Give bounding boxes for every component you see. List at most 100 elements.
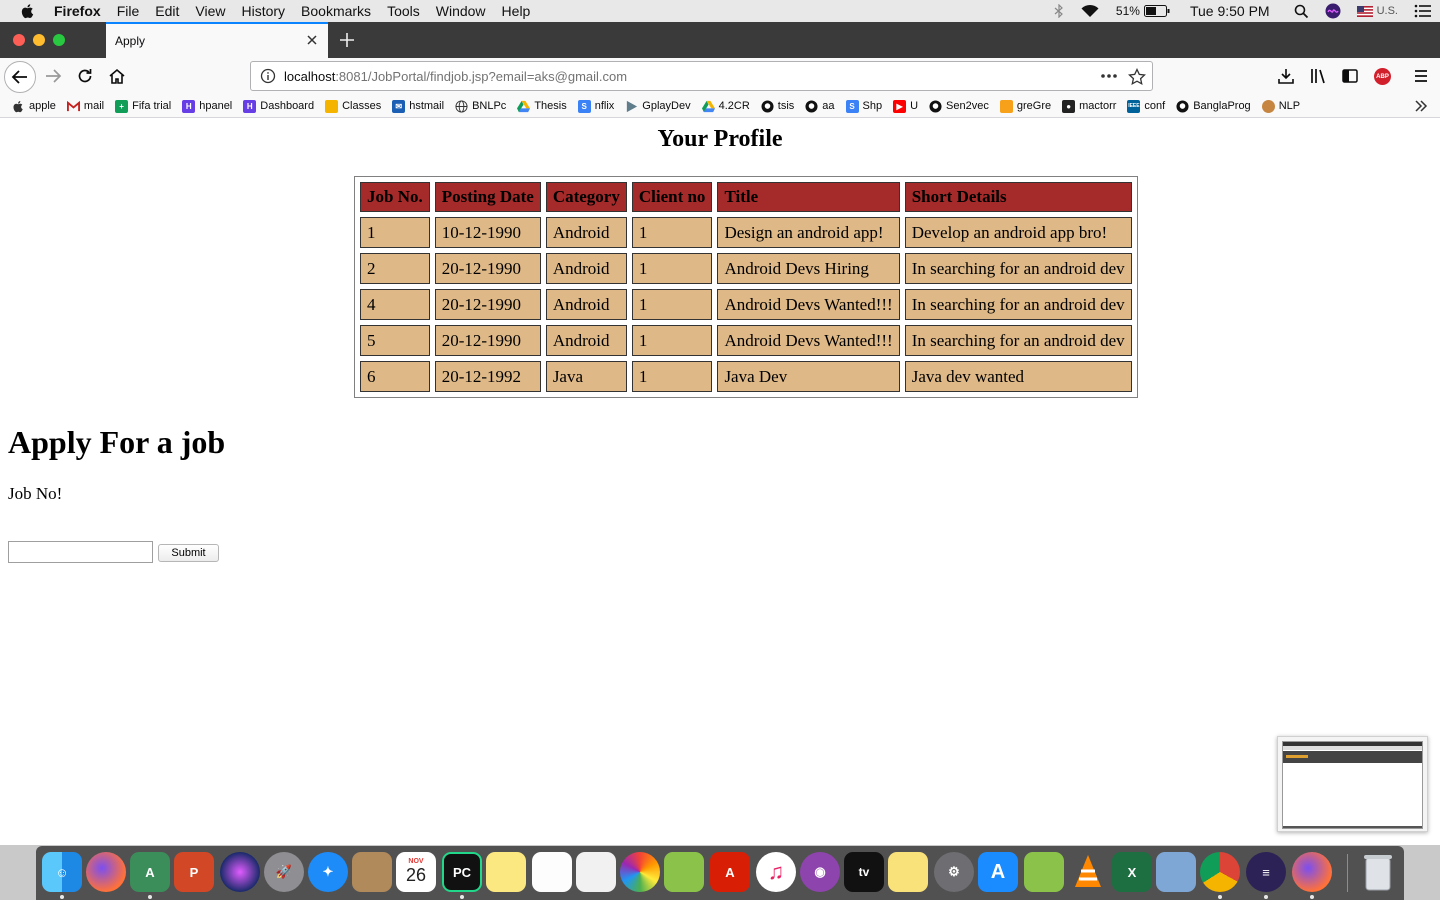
- bookmark-hpanel[interactable]: Hhpanel: [182, 99, 232, 113]
- bookmark-sen2vec[interactable]: Sen2vec: [929, 99, 989, 113]
- bookmark-classes[interactable]: Classes: [325, 99, 381, 113]
- menu-window[interactable]: Window: [428, 3, 494, 19]
- firefox-icon[interactable]: [86, 852, 126, 892]
- excel-icon[interactable]: X: [1112, 852, 1152, 892]
- calendar-icon[interactable]: NOV 26: [396, 852, 436, 892]
- home-icon[interactable]: [108, 67, 126, 85]
- url-bar[interactable]: localhost:8081/JobPortal/findjob.jsp?ema…: [250, 61, 1153, 91]
- bookmark-hstmail[interactable]: ✉ hstmail: [392, 99, 444, 113]
- bookmark-fifa-trial[interactable]: + Fifa trial: [115, 99, 171, 113]
- bookmark-bnlpc[interactable]: BNLPc: [455, 99, 506, 113]
- bookmark-dashboard[interactable]: H Dashboard: [243, 99, 314, 113]
- bookmark-4-2cr[interactable]: 4.2CR: [701, 100, 750, 113]
- close-tab-icon[interactable]: [304, 32, 320, 48]
- adblock-plus-icon[interactable]: ABP: [1374, 68, 1391, 85]
- forward-icon[interactable]: [44, 67, 62, 85]
- apple-tv-icon[interactable]: tv: [844, 852, 884, 892]
- eclipse-icon[interactable]: ≡: [1246, 852, 1286, 892]
- android-icon[interactable]: [1024, 852, 1064, 892]
- apple-menu-icon[interactable]: [20, 3, 36, 19]
- firefox-icon[interactable]: [1292, 852, 1332, 892]
- bookmark-mactorr[interactable]: ● mactorr: [1062, 99, 1116, 113]
- menu-edit[interactable]: Edit: [147, 3, 187, 19]
- bookmark-apple[interactable]: apple: [12, 100, 56, 113]
- tab-apply[interactable]: Apply: [106, 22, 328, 58]
- system-preferences-icon[interactable]: ⚙: [934, 852, 974, 892]
- bookmark-tsis[interactable]: tsis: [761, 99, 794, 113]
- zoom-window-button[interactable]: [53, 34, 65, 46]
- menu-view[interactable]: View: [187, 3, 233, 19]
- bluetooth-icon[interactable]: [1054, 4, 1064, 18]
- bookmark-aa[interactable]: aa: [805, 99, 835, 113]
- pycharm-icon[interactable]: PC: [442, 852, 482, 892]
- bookmark-mail[interactable]: mail: [66, 100, 104, 113]
- cell-category: Android: [545, 289, 627, 320]
- bookmark-nflix[interactable]: Snflix: [577, 99, 614, 113]
- maps-icon[interactable]: [664, 852, 704, 892]
- library-icon[interactable]: [1309, 67, 1327, 85]
- spotlight-search-icon[interactable]: [1294, 4, 1309, 19]
- itunes-icon[interactable]: ♫: [756, 852, 796, 892]
- contacts-icon[interactable]: [352, 852, 392, 892]
- photos-icon[interactable]: [620, 852, 660, 892]
- site-info-icon[interactable]: [260, 68, 276, 84]
- bookmark-banglaprog[interactable]: BanglaProg: [1176, 99, 1251, 113]
- vlc-icon[interactable]: [1068, 852, 1108, 892]
- reminders-icon[interactable]: [532, 852, 572, 892]
- pocket-download-icon[interactable]: [1277, 67, 1295, 85]
- battery-status[interactable]: 51%: [1116, 4, 1170, 18]
- powerpoint-icon[interactable]: P: [174, 852, 214, 892]
- clock[interactable]: Tue 9:50 PM: [1190, 3, 1270, 19]
- podcasts-icon[interactable]: ◉: [800, 852, 840, 892]
- minimize-window-button[interactable]: [33, 34, 45, 46]
- launchpad-icon[interactable]: 🚀: [264, 852, 304, 892]
- table-row: 6 20-12-1992 Java 1 Java Dev Java dev wa…: [360, 361, 1132, 392]
- new-tab-icon[interactable]: [338, 31, 356, 49]
- bookmark-star-icon[interactable]: [1128, 68, 1146, 86]
- bookmark-u[interactable]: ▶ U: [893, 99, 918, 113]
- table-row: 5 20-12-1990 Android 1 Android Devs Want…: [360, 325, 1132, 356]
- bookmark-shp[interactable]: S Shp: [845, 99, 882, 113]
- textedit-icon[interactable]: [576, 852, 616, 892]
- hostinger-icon: H: [243, 99, 257, 113]
- safari-icon[interactable]: ✦: [308, 852, 348, 892]
- android-studio-icon[interactable]: A: [130, 852, 170, 892]
- stickies-icon[interactable]: [888, 852, 928, 892]
- bookmark-conf[interactable]: IEEE conf: [1127, 99, 1165, 113]
- menu-tools[interactable]: Tools: [379, 3, 428, 19]
- menu-app-name[interactable]: Firefox: [48, 3, 109, 19]
- bookmark-gplaydev[interactable]: GplayDev: [625, 100, 691, 113]
- menu-help[interactable]: Help: [494, 3, 539, 19]
- job-no-input[interactable]: [8, 541, 153, 563]
- cell-title: Java Dev: [717, 361, 900, 392]
- siri-menu-icon[interactable]: [1325, 3, 1341, 19]
- siri-icon[interactable]: [220, 852, 260, 892]
- chevron-right-double-icon[interactable]: [1414, 99, 1428, 113]
- notes-icon[interactable]: [486, 852, 526, 892]
- input-source[interactable]: U.S.: [1356, 5, 1398, 17]
- menu-bookmarks[interactable]: Bookmarks: [293, 3, 379, 19]
- classroom-icon: [325, 99, 339, 113]
- bookmark-thesis[interactable]: Thesis: [517, 100, 567, 113]
- submit-button[interactable]: Submit: [158, 544, 219, 562]
- close-window-button[interactable]: [13, 34, 25, 46]
- notification-center-icon[interactable]: [1414, 4, 1432, 18]
- wifi-icon[interactable]: [1080, 4, 1100, 18]
- virtualbox-icon[interactable]: [1156, 852, 1196, 892]
- bookmark-gregre[interactable]: greGre: [999, 99, 1051, 113]
- window-preview-thumbnail[interactable]: [1277, 736, 1428, 832]
- back-button[interactable]: [4, 61, 36, 93]
- acrobat-icon[interactable]: A: [710, 852, 750, 892]
- menu-history[interactable]: History: [233, 3, 293, 19]
- finder-icon[interactable]: ☺: [42, 852, 82, 892]
- reload-icon[interactable]: [76, 67, 94, 85]
- chrome-icon[interactable]: [1200, 852, 1240, 892]
- bookmark-nlp[interactable]: NLP: [1261, 99, 1300, 113]
- app-store-icon[interactable]: A: [978, 852, 1018, 892]
- trash-icon[interactable]: [1358, 852, 1398, 892]
- hamburger-menu-icon[interactable]: [1412, 67, 1430, 85]
- sidebar-toggle-icon[interactable]: [1341, 67, 1359, 85]
- back-arrow-icon: [11, 70, 27, 84]
- menu-file[interactable]: File: [109, 3, 148, 19]
- page-actions-icon[interactable]: [1100, 71, 1118, 81]
